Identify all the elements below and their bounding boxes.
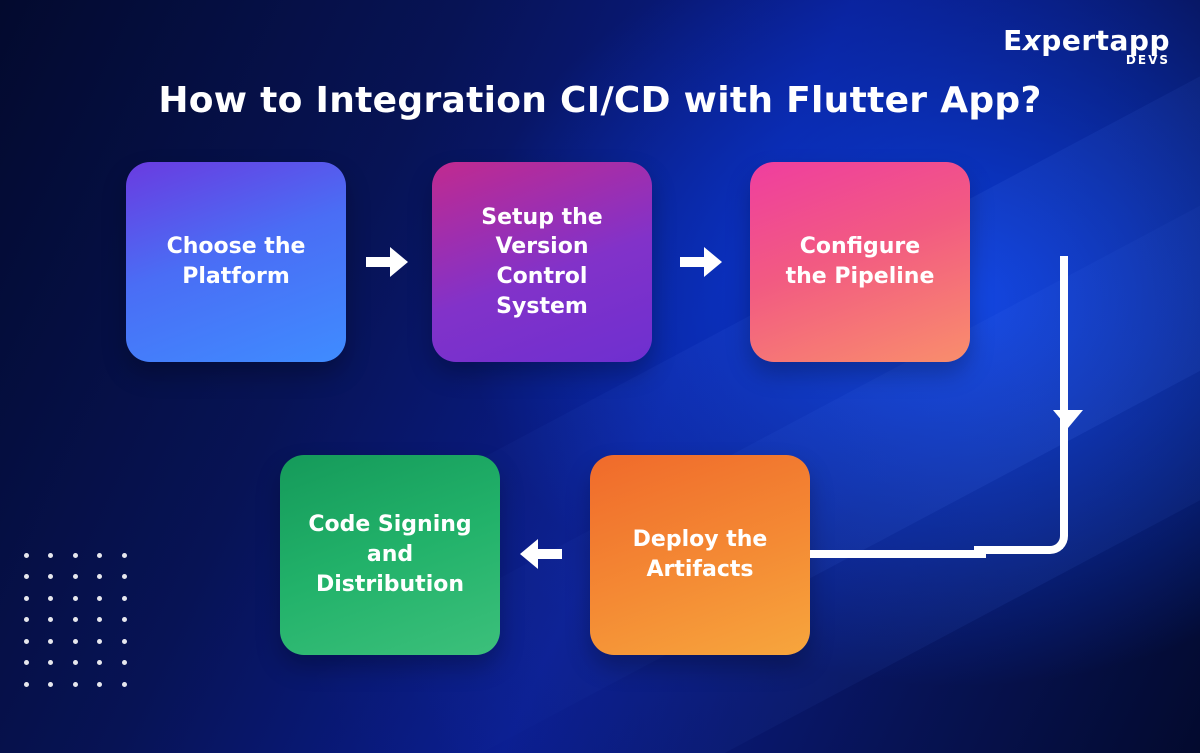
step-label: Deploy the Artifacts <box>618 525 782 584</box>
arrow-down-icon <box>1053 410 1083 428</box>
step-label: Setup the Version Control System <box>460 203 624 322</box>
brand-logo: Expertapp DEVS <box>1003 24 1170 67</box>
logo-main: Expert <box>1003 24 1109 57</box>
step-card-choose-platform: Choose the Platform <box>126 162 346 362</box>
flow-connector <box>974 256 1068 554</box>
step-label: Code Signing and Distribution <box>308 510 472 599</box>
arrow-left-icon <box>520 539 562 569</box>
step-card-configure-pipeline: Configure the Pipeline <box>750 162 970 362</box>
page-title: How to Integration CI/CD with Flutter Ap… <box>0 80 1200 121</box>
step-label: Choose the Platform <box>154 232 318 291</box>
flow-connector-segment <box>810 550 986 558</box>
decorative-dot-grid <box>24 553 136 693</box>
arrow-right-icon <box>366 247 408 277</box>
step-card-code-signing: Code Signing and Distribution <box>280 455 500 655</box>
step-label: Configure the Pipeline <box>778 232 942 291</box>
arrow-right-icon <box>680 247 722 277</box>
step-card-version-control: Setup the Version Control System <box>432 162 652 362</box>
step-card-deploy-artifacts: Deploy the Artifacts <box>590 455 810 655</box>
